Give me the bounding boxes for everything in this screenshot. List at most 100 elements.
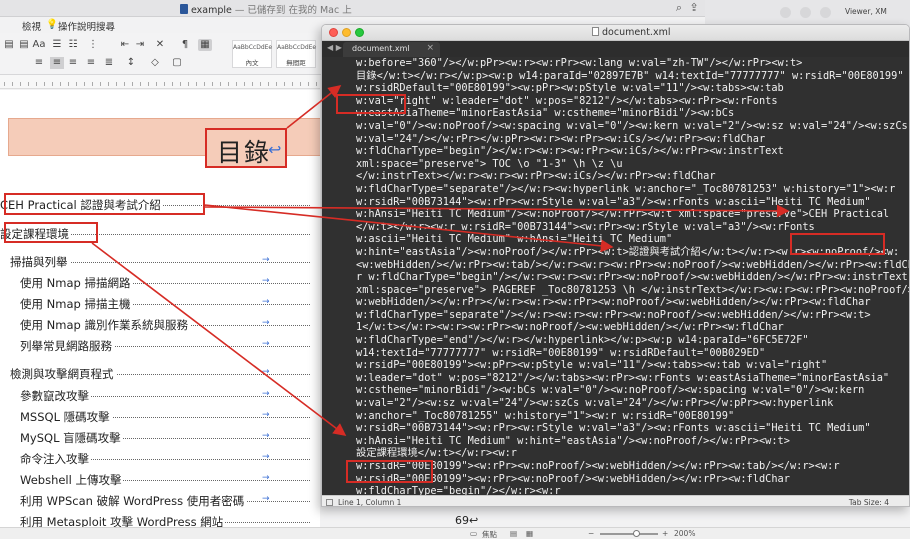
code-line[interactable]: w:fldCharType="begin"/></w:r><w:r><w:rPr… (356, 145, 909, 158)
toc-entry[interactable]: 使用 Nmap 掃描網路 → (0, 275, 318, 292)
style-normal[interactable]: AaBbCcDdEe 內文 (232, 40, 272, 68)
pilcrow-toggle[interactable]: ▦ (198, 39, 212, 51)
code-line[interactable]: w:anchor="_Toc80781255" w:history="1"><w… (356, 410, 909, 423)
window-button[interactable] (780, 7, 791, 18)
zoom-in-icon[interactable]: + (662, 529, 668, 538)
code-line[interactable]: w:leader="dot" w:pos="8212"/></w:tabs><w… (356, 372, 909, 385)
ribbon-button[interactable]: Aa (32, 39, 46, 51)
editor-status-bar: Line 1, Column 1 Tab Size: 4 (322, 495, 909, 506)
code-line[interactable]: w:val="24"/></w:rPr></w:pPr><w:r><w:rPr>… (356, 133, 909, 146)
toc-entry[interactable]: 列舉常見網路服務 → (0, 338, 318, 355)
toc-entry[interactable]: MySQL 盲隱碼攻擊 → (0, 430, 318, 447)
code-line[interactable]: w:rsidR="00B73144"><w:rPr><w:rStyle w:va… (356, 422, 909, 435)
code-line[interactable]: xml:space="preserve"> TOC \o "1-3" \h \z… (356, 158, 909, 171)
borders-icon[interactable]: ▢ (170, 57, 184, 69)
bullet-list-icon[interactable]: ☰ (50, 39, 64, 51)
ruler-tick (308, 82, 309, 86)
toc-entry[interactable]: 使用 Nmap 掃描主機 → (0, 296, 318, 313)
decrease-indent-icon[interactable]: ⇤ (118, 39, 132, 51)
code-line[interactable]: w:fldCharType="separate"/></w:r><w:hyper… (356, 183, 909, 196)
panel-toggle-icon[interactable] (326, 499, 333, 506)
align-center-icon[interactable]: ≡ (50, 57, 64, 69)
minimize-window-button[interactable] (342, 28, 351, 37)
align-right-icon[interactable]: ≡ (66, 57, 80, 69)
code-line[interactable]: 設定課程環境</w:t></w:r><w:r (356, 447, 909, 460)
code-line[interactable]: 1</w:t></w:r><w:r><w:rPr><w:noProof/><w:… (356, 321, 909, 334)
tab-document-xml[interactable]: document.xml × (343, 42, 440, 57)
window-button[interactable] (800, 7, 811, 18)
code-line[interactable]: w:eastAsiaTheme="minorEastAsia" w:csthem… (356, 107, 909, 120)
code-line[interactable]: w:rsidR="00B73144"><w:rPr><w:rStyle w:va… (356, 196, 909, 209)
justify-icon[interactable]: ≡ (84, 57, 98, 69)
toc-entry[interactable]: 命令注入攻擊 → (0, 451, 318, 468)
code-line[interactable]: w:before="360"/></w:pPr><w:r><w:rPr><w:l… (356, 57, 909, 70)
tab-size-selector[interactable]: Tab Size: 4 (849, 498, 889, 506)
ribbon-button[interactable]: ▤ (2, 39, 16, 51)
focus-mode-label[interactable]: 焦點 (482, 529, 497, 539)
menu-item-help-search[interactable]: 操作說明搜尋 (58, 19, 115, 33)
zoom-out-icon[interactable]: − (588, 529, 594, 538)
code-line[interactable]: w:val="2"/><w:sz w:val="24"/><w:szCs w:v… (356, 397, 909, 410)
code-line[interactable]: w:fldCharType="separate"/></w:r><w:r><w:… (356, 309, 909, 322)
style-no-spacing[interactable]: AaBbCcDdEe 無間距 (276, 40, 316, 68)
line-spacing-icon[interactable]: ↕ (124, 57, 138, 69)
toc-entry[interactable]: 掃描與列舉 → (0, 254, 318, 271)
search-icon[interactable]: ⌕ (673, 2, 685, 14)
toc-entry[interactable]: 利用 WPScan 破解 WordPress 使用者密碼 → (0, 493, 318, 510)
toc-entry[interactable]: MSSQL 隱碼攻擊 → (0, 409, 318, 426)
view-print-icon[interactable]: ▤ (510, 529, 517, 538)
multilevel-list-icon[interactable]: ⋮ (86, 39, 100, 51)
ribbon-button[interactable]: ▤ (17, 39, 31, 51)
zoom-level[interactable]: 200% (674, 529, 695, 538)
window-button[interactable] (820, 7, 831, 18)
code-line[interactable]: w:val="right" w:leader="dot" w:pos="8212… (356, 95, 909, 108)
ruler-tick (180, 82, 181, 86)
ruler-tick (212, 82, 213, 86)
code-line[interactable]: w:val="0"/><w:noProof/><w:spacing w:val=… (356, 120, 909, 133)
code-line[interactable]: w:rsidR="00E80199"><w:rPr><w:noProof/><w… (356, 473, 909, 486)
code-line[interactable]: r w:fldCharType="begin"/></w:r><w:r><w:r… (356, 271, 909, 284)
sort-icon[interactable]: ✕ (153, 39, 167, 51)
code-area[interactable]: w:before="360"/></w:pPr><w:r><w:rPr><w:l… (322, 57, 909, 497)
zoom-slider[interactable] (600, 533, 658, 535)
tab-arrow-icon: → (262, 431, 270, 441)
menu-item-view[interactable]: 檢視 (22, 19, 41, 33)
code-line[interactable]: w:webHidden/></w:rPr></w:r><w:r><w:rPr><… (356, 296, 909, 309)
close-tab-icon[interactable]: × (426, 43, 434, 53)
align-left-icon[interactable]: ≡ (32, 57, 46, 69)
code-line[interactable]: w:rsidR="00E80199"><w:rPr><w:noProof/><w… (356, 460, 909, 473)
code-line[interactable]: w:hAnsi="Heiti TC Medium" w:hint="eastAs… (356, 435, 909, 448)
code-line[interactable]: w:rsidP="00E80199"><w:pPr><w:pStyle w:va… (356, 359, 909, 372)
code-line[interactable]: <w:webHidden/></w:rPr><w:tab/></w:r><w:r… (356, 259, 909, 272)
zoom-slider-handle[interactable] (633, 530, 640, 537)
toc-entry[interactable]: 參數竄改攻擊 → (0, 388, 318, 405)
tab-nav-arrows-icon[interactable]: ◀ ▶ (327, 43, 342, 52)
code-line[interactable]: w14:textId="77777777" w:rsidR="00E80199"… (356, 347, 909, 360)
code-line[interactable]: xml:space="preserve"> PAGEREF _Toc807812… (356, 284, 909, 297)
ruler-tick (132, 82, 133, 86)
distribute-icon[interactable]: ≣ (102, 57, 116, 69)
zoom-window-button[interactable] (355, 28, 364, 37)
view-web-icon[interactable]: ▦ (526, 529, 533, 538)
increase-indent-icon[interactable]: ⇥ (133, 39, 147, 51)
code-line[interactable]: w:fldCharType="end"/></w:r></w:hyperlink… (356, 334, 909, 347)
numbered-list-icon[interactable]: ☷ (66, 39, 80, 51)
code-line[interactable]: w:cstheme="minorBidi"/><w:bCs w:val="0"/… (356, 384, 909, 397)
toc-entry[interactable]: Webshell 上傳攻擊 → (0, 472, 318, 489)
show-marks-icon[interactable]: ¶ (178, 39, 192, 51)
toc-entry[interactable]: 使用 Nmap 識別作業系統與服務 → (0, 317, 318, 334)
code-line[interactable]: </w:t></w:r><w:r w:rsidR="00B73144"><w:r… (356, 221, 909, 234)
toc-entry-label: 使用 Nmap 識別作業系統與服務 (20, 317, 190, 333)
ruler-tick (148, 82, 149, 86)
close-window-button[interactable] (329, 28, 338, 37)
ruler-tick (28, 82, 29, 86)
code-line[interactable]: 目錄</w:t></w:r></w:p><w:p w14:paraId="028… (356, 70, 909, 83)
toc-entry[interactable]: 檢測與攻擊網頁程式 → (0, 366, 318, 383)
code-line[interactable]: </w:instrText></w:r><w:r><w:rPr><w:iCs/>… (356, 170, 909, 183)
code-line[interactable]: w:rsidRDefault="00E80199"><w:pPr><w:pSty… (356, 82, 909, 95)
share-icon[interactable]: ⇪ (688, 2, 700, 14)
focus-mode-icon[interactable]: ▭ (470, 529, 477, 538)
code-line[interactable]: w:hAnsi="Heiti TC Medium"/><w:noProof/><… (356, 208, 909, 221)
shading-icon[interactable]: ◇ (148, 57, 162, 69)
code-text[interactable]: w:before="360"/></w:pPr><w:r><w:rPr><w:l… (356, 57, 909, 497)
